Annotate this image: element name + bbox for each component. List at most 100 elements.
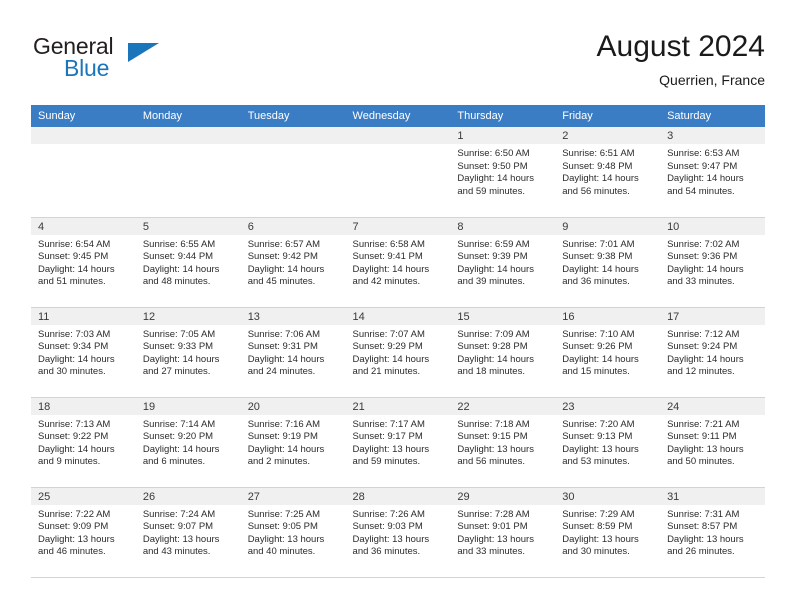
calendar-day-cell[interactable]: 2 Sunrise: 6:51 AM Sunset: 9:48 PM Daylight… bbox=[555, 127, 661, 218]
daylight-text-line1: Daylight: 14 hours bbox=[667, 173, 744, 185]
day-number: 17 bbox=[660, 307, 765, 325]
day-number: 16 bbox=[555, 307, 661, 325]
day-cell-details: Sunrise: 7:06 AM Sunset: 9:31 PM Daylight:… bbox=[241, 325, 346, 379]
brand-name-blue: Blue bbox=[64, 55, 110, 81]
daylight-text-line1: Daylight: 14 hours bbox=[142, 353, 220, 365]
daylight-text-line1: Daylight: 14 hours bbox=[457, 353, 534, 365]
calendar-day-cell[interactable]: 29 Sunrise: 7:28 AM Sunset: 9:01 PM Dayligh… bbox=[450, 487, 556, 578]
sunset-text: Sunset: 9:07 PM bbox=[142, 521, 214, 533]
day-cell-details: Sunrise: 7:14 AM Sunset: 9:20 PM Daylight:… bbox=[136, 415, 241, 469]
calendar-week-row: 4 Sunrise: 6:54 AM Sunset: 9:45 PM Daylight… bbox=[31, 217, 765, 308]
calendar-day-cell[interactable]: 10 Sunrise: 7:02 AM Sunset: 9:36 PM Dayligh… bbox=[660, 217, 765, 308]
day-number: 31 bbox=[660, 487, 765, 505]
day-cell-details: Sunrise: 7:31 AM Sunset: 8:57 PM Daylight:… bbox=[660, 505, 765, 559]
day-cell-inner: 15 Sunrise: 7:09 AM Sunset: 9:28 PM Dayligh… bbox=[450, 307, 556, 397]
day-cell-details: Sunrise: 7:16 AM Sunset: 9:19 PM Daylight:… bbox=[241, 415, 346, 469]
calendar-day-cell[interactable]: 6 Sunrise: 6:57 AM Sunset: 9:42 PM Daylight… bbox=[240, 217, 346, 308]
calendar-day-cell[interactable]: 13 Sunrise: 7:06 AM Sunset: 9:31 PM Dayligh… bbox=[240, 307, 346, 398]
sunrise-text: Sunrise: 7:21 AM bbox=[667, 418, 740, 430]
sunset-text: Sunset: 9:17 PM bbox=[352, 431, 423, 443]
daylight-text-line2: and 2 minutes. bbox=[247, 456, 311, 468]
calendar-day-cell[interactable]: 25 Sunrise: 7:22 AM Sunset: 9:09 PM Dayligh… bbox=[31, 487, 136, 578]
sunset-text: Sunset: 9:05 PM bbox=[247, 521, 318, 533]
calendar-day-cell[interactable]: 19 Sunrise: 7:14 AM Sunset: 9:20 PM Dayligh… bbox=[135, 397, 241, 488]
calendar-day-cell[interactable]: 23 Sunrise: 7:20 AM Sunset: 9:13 PM Dayligh… bbox=[555, 397, 661, 488]
weekday-header-saturday: Saturday bbox=[660, 105, 765, 127]
calendar-day-cell[interactable]: 22 Sunrise: 7:18 AM Sunset: 9:15 PM Dayligh… bbox=[450, 397, 556, 488]
daylight-text-line2: and 9 minutes. bbox=[38, 456, 101, 468]
day-cell-details: Sunrise: 6:53 AM Sunset: 9:47 PM Daylight:… bbox=[660, 144, 765, 198]
sunrise-text: Sunrise: 7:16 AM bbox=[247, 418, 321, 430]
daylight-text-line2: and 54 minutes. bbox=[667, 185, 735, 197]
sunset-text: Sunset: 9:01 PM bbox=[457, 521, 528, 533]
day-cell-details: Sunrise: 7:20 AM Sunset: 9:13 PM Daylight:… bbox=[555, 415, 660, 469]
day-cell-details: Sunrise: 7:24 AM Sunset: 9:07 PM Daylight:… bbox=[136, 505, 241, 559]
day-cell-details: Sunrise: 7:29 AM Sunset: 8:59 PM Daylight:… bbox=[555, 505, 660, 559]
calendar-day-cell[interactable]: 1 Sunrise: 6:50 AM Sunset: 9:50 PM Daylight… bbox=[450, 127, 556, 218]
calendar-day-cell[interactable]: 17 Sunrise: 7:12 AM Sunset: 9:24 PM Dayligh… bbox=[660, 307, 765, 398]
sunset-text: Sunset: 8:59 PM bbox=[562, 521, 633, 533]
day-number: 12 bbox=[135, 307, 241, 325]
calendar-day-cell[interactable]: 24 Sunrise: 7:21 AM Sunset: 9:11 PM Dayligh… bbox=[660, 397, 765, 488]
daylight-text-line2: and 30 minutes. bbox=[562, 546, 630, 558]
sunrise-text: Sunrise: 7:03 AM bbox=[38, 328, 111, 340]
sunrise-text: Sunrise: 7:17 AM bbox=[352, 418, 425, 430]
calendar-day-cell[interactable]: 31 Sunrise: 7:31 AM Sunset: 8:57 PM Dayligh… bbox=[660, 487, 765, 578]
day-number: 4 bbox=[31, 217, 136, 235]
sunset-text: Sunset: 9:42 PM bbox=[247, 251, 318, 263]
daylight-text-line1: Daylight: 14 hours bbox=[667, 353, 744, 365]
day-cell-inner: 9 Sunrise: 7:01 AM Sunset: 9:38 PM Daylight… bbox=[555, 217, 661, 307]
sunset-text: Sunset: 9:26 PM bbox=[562, 341, 633, 353]
day-number: 11 bbox=[31, 307, 136, 325]
sunrise-text: Sunrise: 7:20 AM bbox=[562, 418, 635, 430]
sunrise-text: Sunrise: 6:59 AM bbox=[457, 238, 530, 250]
day-cell-inner: 29 Sunrise: 7:28 AM Sunset: 9:01 PM Dayligh… bbox=[450, 487, 556, 577]
sunset-text: Sunset: 9:28 PM bbox=[457, 341, 528, 353]
sunset-text: Sunset: 9:31 PM bbox=[247, 341, 318, 353]
calendar-day-cell[interactable]: 3 Sunrise: 6:53 AM Sunset: 9:47 PM Daylight… bbox=[660, 127, 765, 218]
calendar-day-cell-empty bbox=[345, 127, 451, 218]
day-cell-inner: 26 Sunrise: 7:24 AM Sunset: 9:07 PM Dayligh… bbox=[135, 487, 241, 577]
day-cell-details: Sunrise: 6:59 AM Sunset: 9:39 PM Daylight:… bbox=[450, 235, 555, 289]
calendar-day-cell[interactable]: 8 Sunrise: 6:59 AM Sunset: 9:39 PM Daylight… bbox=[450, 217, 556, 308]
calendar-day-cell[interactable]: 30 Sunrise: 7:29 AM Sunset: 8:59 PM Dayligh… bbox=[555, 487, 661, 578]
sunrise-text: Sunrise: 7:22 AM bbox=[38, 508, 111, 520]
sunset-text: Sunset: 9:36 PM bbox=[667, 251, 738, 263]
daylight-text-line1: Daylight: 13 hours bbox=[562, 443, 639, 455]
calendar-day-cell[interactable]: 16 Sunrise: 7:10 AM Sunset: 9:26 PM Dayligh… bbox=[555, 307, 661, 398]
day-cell-inner: 14 Sunrise: 7:07 AM Sunset: 9:29 PM Dayligh… bbox=[345, 307, 451, 397]
calendar-day-cell[interactable]: 5 Sunrise: 6:55 AM Sunset: 9:44 PM Daylight… bbox=[135, 217, 241, 308]
day-cell-inner: 17 Sunrise: 7:12 AM Sunset: 9:24 PM Dayligh… bbox=[660, 307, 765, 397]
daylight-text-line2: and 21 minutes. bbox=[352, 366, 421, 378]
calendar-day-cell[interactable]: 26 Sunrise: 7:24 AM Sunset: 9:07 PM Dayligh… bbox=[135, 487, 241, 578]
calendar-day-cell[interactable]: 20 Sunrise: 7:16 AM Sunset: 9:19 PM Dayligh… bbox=[240, 397, 346, 488]
calendar-day-cell[interactable]: 18 Sunrise: 7:13 AM Sunset: 9:22 PM Dayligh… bbox=[31, 397, 136, 488]
daylight-text-line2: and 39 minutes. bbox=[457, 276, 525, 288]
calendar-day-cell[interactable]: 4 Sunrise: 6:54 AM Sunset: 9:45 PM Daylight… bbox=[31, 217, 136, 308]
calendar-day-cell[interactable]: 15 Sunrise: 7:09 AM Sunset: 9:28 PM Dayligh… bbox=[450, 307, 556, 398]
day-cell-inner: 4 Sunrise: 6:54 AM Sunset: 9:45 PM Daylight… bbox=[31, 217, 136, 307]
calendar-day-cell[interactable]: 28 Sunrise: 7:26 AM Sunset: 9:03 PM Dayligh… bbox=[345, 487, 451, 578]
day-cell-inner bbox=[135, 127, 241, 217]
calendar-day-cell[interactable]: 21 Sunrise: 7:17 AM Sunset: 9:17 PM Dayligh… bbox=[345, 397, 451, 488]
daylight-text-line2: and 42 minutes. bbox=[352, 276, 421, 288]
brand-logo[interactable]: General Blue bbox=[31, 34, 231, 94]
calendar-day-cell[interactable]: 27 Sunrise: 7:25 AM Sunset: 9:05 PM Dayligh… bbox=[240, 487, 346, 578]
day-cell-inner bbox=[31, 127, 136, 217]
day-cell-inner: 5 Sunrise: 6:55 AM Sunset: 9:44 PM Daylight… bbox=[135, 217, 241, 307]
weekday-header-tuesday: Tuesday bbox=[240, 105, 346, 127]
sunset-text: Sunset: 9:44 PM bbox=[142, 251, 214, 263]
sunrise-text: Sunrise: 6:57 AM bbox=[247, 238, 321, 250]
calendar-day-cell[interactable]: 11 Sunrise: 7:03 AM Sunset: 9:34 PM Dayligh… bbox=[31, 307, 136, 398]
daylight-text-line2: and 56 minutes. bbox=[562, 185, 630, 197]
calendar-day-cell[interactable]: 7 Sunrise: 6:58 AM Sunset: 9:41 PM Daylight… bbox=[345, 217, 451, 308]
calendar-day-cell[interactable]: 9 Sunrise: 7:01 AM Sunset: 9:38 PM Daylight… bbox=[555, 217, 661, 308]
day-number: 14 bbox=[345, 307, 451, 325]
page-header: General Blue August 2024 Querrien, Franc… bbox=[31, 28, 765, 100]
calendar-page: General Blue August 2024 Querrien, Franc… bbox=[0, 0, 792, 612]
calendar-day-cell[interactable]: 14 Sunrise: 7:07 AM Sunset: 9:29 PM Dayligh… bbox=[345, 307, 451, 398]
sunset-text: Sunset: 9:50 PM bbox=[457, 160, 528, 172]
daylight-text-line2: and 56 minutes. bbox=[457, 456, 525, 468]
calendar-day-cell[interactable]: 12 Sunrise: 7:05 AM Sunset: 9:33 PM Dayligh… bbox=[135, 307, 241, 398]
day-number: 27 bbox=[240, 487, 346, 505]
